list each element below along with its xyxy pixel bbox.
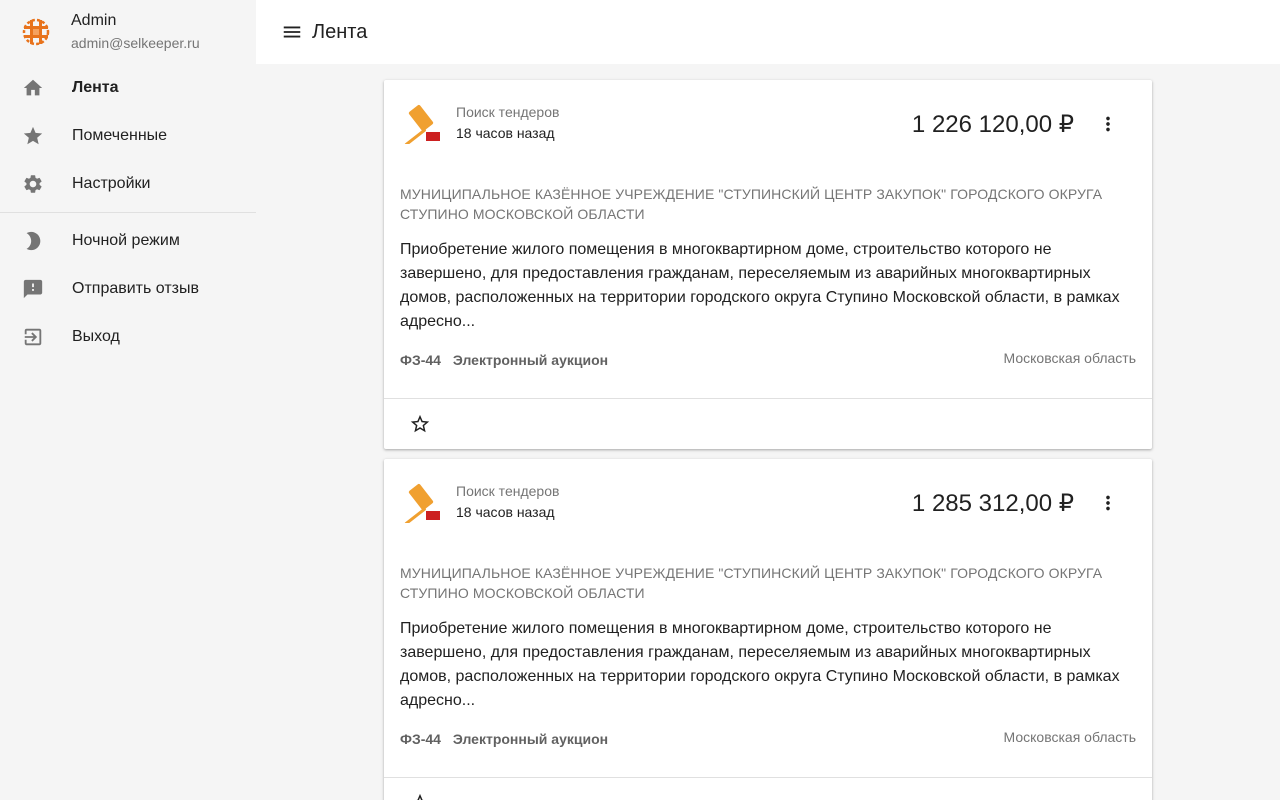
star-outline-icon[interactable]	[408, 412, 432, 436]
sidebar-item-label: Выход	[72, 328, 120, 345]
user-email: admin@selkeeper.ru	[71, 35, 200, 51]
sidebar-item-feed[interactable]: Лента	[0, 64, 256, 112]
card-source: Поиск тендеров	[456, 104, 560, 120]
card-description: Приобретение жилого помещения в многоква…	[400, 241, 1120, 330]
app-bar: Лента	[256, 0, 1280, 64]
star-icon	[22, 125, 44, 147]
page-title: Лента	[312, 20, 368, 43]
more-vert-icon[interactable]	[1096, 112, 1120, 136]
menu-icon[interactable]	[280, 20, 304, 44]
feedback-icon	[22, 278, 44, 300]
card-region: Московская область	[1003, 350, 1136, 366]
nav-menu-primary: Лента Помеченные Настройки	[0, 64, 256, 208]
card-header: Поиск тендеров 18 часов назад 1 285 312,…	[384, 459, 1152, 545]
card-meta: ФЗ-44 Электронный аукцион Московская обл…	[384, 713, 1152, 761]
feed-list: Поиск тендеров 18 часов назад 1 226 120,…	[256, 64, 1280, 800]
card-procedure: Электронный аукцион	[452, 731, 609, 747]
card-customer: МУНИЦИПАЛЬНОЕ КАЗЁННОЕ УЧРЕЖДЕНИЕ "СТУПИ…	[400, 565, 1103, 601]
card-actions	[384, 778, 1152, 800]
user-name: Admin	[71, 12, 117, 29]
sidebar-item-feedback[interactable]: Отправить отзыв	[0, 265, 256, 313]
sidebar-item-label: Помеченные	[72, 127, 168, 144]
tender-card[interactable]: Поиск тендеров 18 часов назад 1 285 312,…	[384, 459, 1152, 800]
sidebar-item-label: Настройки	[72, 175, 151, 192]
card-law: ФЗ-44	[400, 731, 441, 747]
navigation-drawer: Admin admin@selkeeper.ru Лента Помеченны…	[0, 0, 256, 800]
selkeeper-logo-icon	[22, 18, 50, 46]
gear-icon	[22, 173, 44, 195]
card-source: Поиск тендеров	[456, 483, 560, 499]
home-icon	[22, 77, 44, 99]
card-meta: ФЗ-44 Электронный аукцион Московская обл…	[384, 334, 1152, 382]
sidebar-item-label: Отправить отзыв	[72, 280, 199, 297]
sidebar-item-starred[interactable]: Помеченные	[0, 112, 256, 160]
card-law: ФЗ-44	[400, 352, 441, 368]
moon-icon	[22, 230, 44, 252]
user-profile: Admin admin@selkeeper.ru	[0, 0, 256, 64]
card-procedure: Электронный аукцион	[452, 352, 609, 368]
card-header: Поиск тендеров 18 часов назад 1 226 120,…	[384, 80, 1152, 166]
sidebar-item-settings[interactable]: Настройки	[0, 160, 256, 208]
card-actions	[384, 399, 1152, 449]
card-customer: МУНИЦИПАЛЬНОЕ КАЗЁННОЕ УЧРЕЖДЕНИЕ "СТУПИ…	[400, 186, 1103, 222]
logout-icon	[22, 326, 44, 348]
gavel-icon	[404, 484, 440, 523]
card-time: 18 часов назад	[456, 504, 555, 520]
sidebar-item-logout[interactable]: Выход	[0, 313, 256, 361]
star-outline-icon[interactable]	[408, 791, 432, 800]
nav-divider	[0, 212, 256, 213]
gavel-icon	[404, 105, 440, 144]
card-region: Московская область	[1003, 729, 1136, 745]
sidebar-item-night-mode[interactable]: Ночной режим	[0, 217, 256, 265]
sidebar-item-label: Ночной режим	[72, 232, 180, 249]
tender-card[interactable]: Поиск тендеров 18 часов назад 1 226 120,…	[384, 80, 1152, 449]
card-price: 1 285 312,00 ₽	[911, 490, 1074, 517]
card-time: 18 часов назад	[456, 125, 555, 141]
sidebar-item-label: Лента	[72, 79, 119, 96]
card-price: 1 226 120,00 ₽	[911, 111, 1074, 138]
more-vert-icon[interactable]	[1096, 491, 1120, 515]
card-description: Приобретение жилого помещения в многоква…	[400, 620, 1120, 709]
nav-menu-secondary: Ночной режим Отправить отзыв Выход	[0, 217, 256, 361]
